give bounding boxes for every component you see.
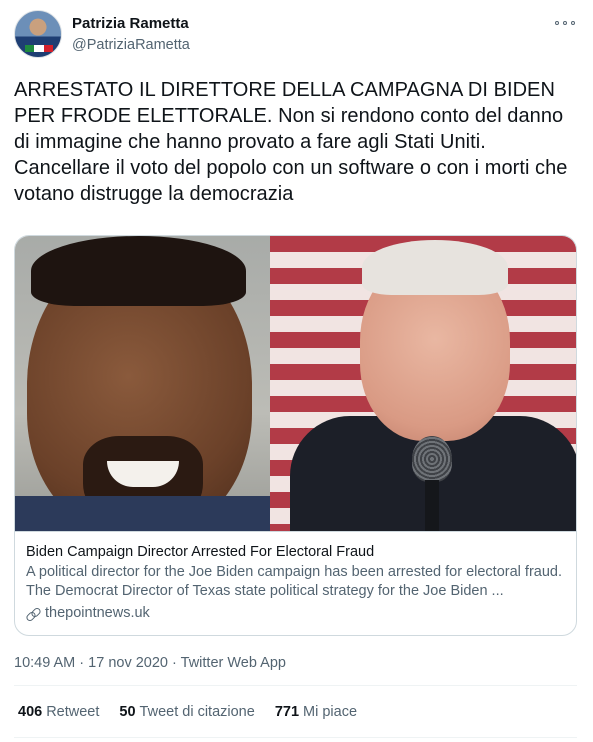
card-description: A political director for the Joe Biden c… xyxy=(26,564,562,599)
shirt-shape xyxy=(15,496,270,531)
card-photo-left xyxy=(15,236,270,531)
card-image[interactable] xyxy=(15,236,576,531)
likes-stat[interactable]: 771 Mi piace xyxy=(275,703,357,721)
card-domain-text: thepointnews.uk xyxy=(45,605,150,621)
likes-count: 771 xyxy=(274,704,300,720)
hair-shape xyxy=(362,240,508,295)
link-icon xyxy=(26,607,40,621)
tweet-meta: 10:49 AM · 17 nov 2020 · Twitter Web App xyxy=(14,654,286,672)
tweet-date: 17 nov 2020 xyxy=(88,655,168,671)
meta-separator: · xyxy=(79,655,85,671)
card-domain: thepointnews.uk xyxy=(26,604,566,623)
quotes-count: 50 xyxy=(119,704,136,720)
retweets-label: Retweet xyxy=(46,704,100,720)
microphone-icon xyxy=(412,436,452,531)
card-title: Biden Campaign Director Arrested For Ele… xyxy=(26,544,375,560)
meta-separator: · xyxy=(172,655,177,671)
tweet-time: 10:49 AM xyxy=(14,655,76,671)
retweets-stat[interactable]: 406 Retweet xyxy=(18,703,99,721)
tweet-time-link[interactable]: 10:49 AM · 17 nov 2020 xyxy=(14,655,168,671)
tweet-text: ARRESTATO IL DIRETTORE DELLA CAMPAGNA DI… xyxy=(14,79,568,205)
tweet-stats: 406 Retweet 50 Tweet di citazione 771 Mi pi… xyxy=(18,703,377,721)
tweet-header: Patrizia Rametta @PatriziaRametta xyxy=(14,10,579,60)
author-handle[interactable]: @PatriziaRametta xyxy=(72,36,190,54)
more-horizontal-icon[interactable] xyxy=(555,16,575,30)
author-name[interactable]: Patrizia Rametta xyxy=(72,15,189,33)
card-body[interactable]: Biden Campaign Director Arrested For Ele… xyxy=(15,531,576,635)
quotes-label: Tweet di citazione xyxy=(139,704,255,720)
divider xyxy=(14,685,577,686)
link-preview-card[interactable]: Biden Campaign Director Arrested For Ele… xyxy=(14,235,577,636)
italian-flag-icon xyxy=(25,45,53,52)
quotes-stat[interactable]: 50 Tweet di citazione xyxy=(119,703,254,721)
avatar[interactable] xyxy=(14,10,62,58)
tweet-source-link[interactable]: Twitter Web App xyxy=(181,655,286,671)
likes-label: Mi piace xyxy=(303,704,358,720)
card-photo-right xyxy=(270,236,576,531)
retweets-count: 406 xyxy=(18,704,43,720)
divider xyxy=(14,737,577,738)
hair-shape xyxy=(31,236,246,306)
